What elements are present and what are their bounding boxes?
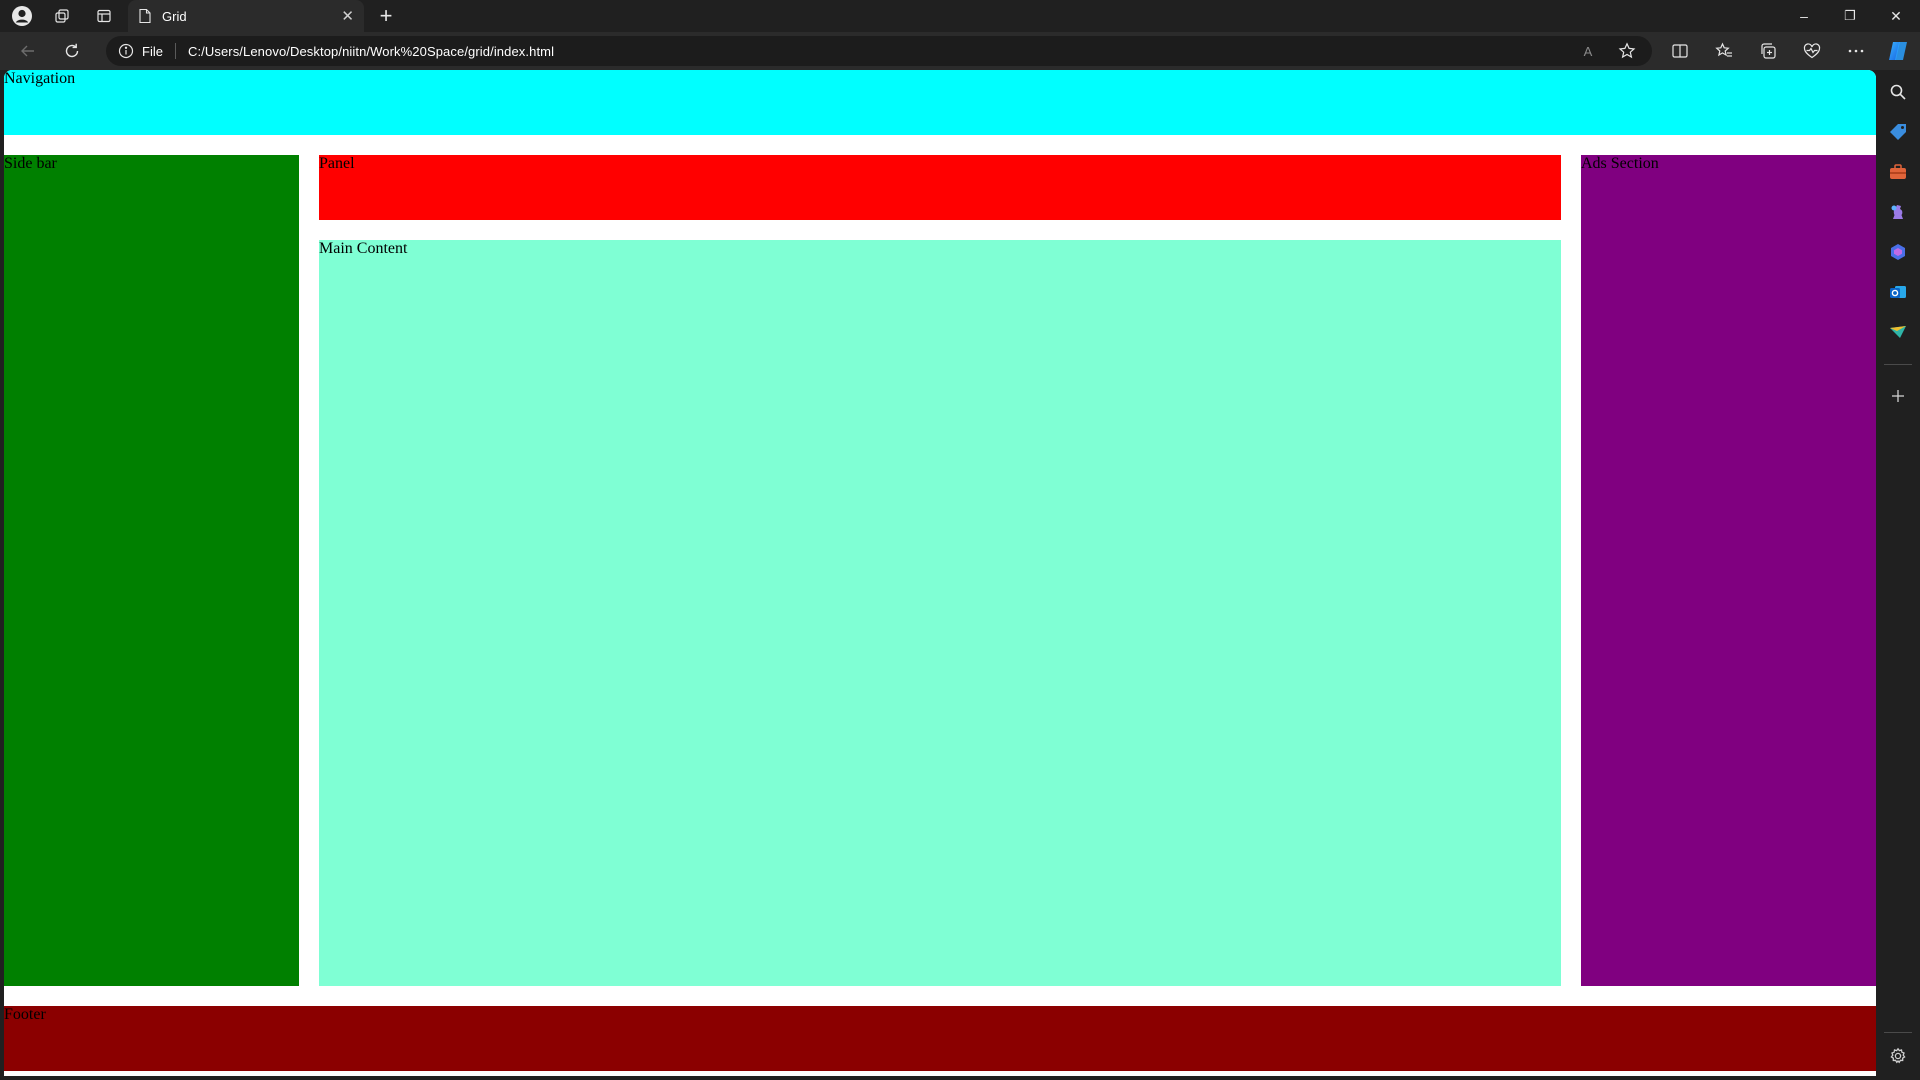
tag-icon [1890,124,1906,140]
sidebar-add-button[interactable] [1884,382,1912,410]
favorites-button[interactable] [1708,35,1740,67]
collections-button[interactable] [1752,35,1784,67]
heart-pulse-icon [1803,43,1821,59]
split-screen-icon [1672,44,1688,58]
sidebar-section: Side bar [4,155,299,986]
tab-actions-button[interactable] [84,0,124,32]
add-icon [1892,390,1904,402]
copilot-button[interactable] [1882,36,1914,66]
sidebar-games-button[interactable] [1884,198,1912,226]
settings-icon [1890,1047,1906,1064]
split-screen-button[interactable] [1664,35,1696,67]
main-content-section: Main Content [319,240,1561,986]
restore-button[interactable]: ❐ [1827,0,1873,32]
sidebar-bottom-divider [1884,1032,1912,1033]
main-content-label: Main Content [319,240,408,257]
send-icon [1890,326,1906,338]
panel-section: Panel [319,155,1561,220]
copilot-icon [1889,42,1907,60]
profile-icon [12,6,32,26]
address-divider [174,43,176,59]
settings-and-more-button[interactable] [1840,35,1872,67]
address-bar[interactable]: File C:/Users/Lenovo/Desktop/niitn/Work%… [106,36,1652,66]
new-tab-button[interactable]: + [366,0,406,32]
sidebar-label: Side bar [4,155,57,172]
page-icon [139,8,151,24]
sidebar-outlook-button[interactable] [1884,278,1912,306]
collections-icon [1761,43,1776,59]
tab-title: Grid [162,8,187,24]
close-window-button[interactable]: ✕ [1873,0,1919,32]
footer-section: Footer [4,1006,1876,1071]
navigation-label: Navigation [4,70,76,87]
workspaces-icon [55,9,69,23]
sidebar-divider [1884,364,1912,365]
footer-label: Footer [4,1006,46,1023]
copilot-app-icon [1891,244,1905,260]
star-icon [1618,42,1636,59]
sidebar-settings-button[interactable] [1884,1042,1912,1070]
sidebar-shopping-button[interactable] [1884,118,1912,146]
back-arrow-icon [21,45,34,57]
favorites-icon [1715,42,1732,57]
refresh-button[interactable] [56,35,88,67]
more-icon [1848,49,1864,53]
ads-label: Ads Section [1581,155,1659,172]
navigation-section: Navigation [4,70,1876,135]
sidebar-tools-button[interactable] [1884,158,1912,186]
tab-actions-icon [97,9,111,23]
edge-sidebar [1876,70,1920,1080]
grid-layout: Navigation Side bar Panel Main Content A… [4,70,1876,1076]
workspaces-button[interactable] [42,0,82,32]
sidebar-drop-button[interactable] [1884,318,1912,346]
outlook-icon [1890,286,1906,298]
toolbox-icon [1890,164,1906,179]
read-aloud-icon: A [1583,43,1593,59]
title-bar: Grid ✕ + – ❐ ✕ [0,0,1920,32]
browser-essentials-button[interactable] [1796,35,1828,67]
back-button[interactable] [12,35,44,67]
sidebar-copilot-button[interactable] [1884,238,1912,266]
profile-button[interactable] [2,0,42,32]
site-info-label[interactable]: File [142,44,163,59]
read-aloud-button[interactable]: A [1572,35,1604,67]
ads-section: Ads Section [1581,155,1876,986]
page-viewport: Navigation Side bar Panel Main Content A… [4,70,1876,1076]
tab-grid[interactable]: Grid ✕ [128,0,364,32]
favorite-button[interactable] [1611,35,1643,67]
chess-icon [1891,205,1903,219]
refresh-icon [65,43,79,58]
search-icon [1890,84,1906,100]
sidebar-search-button[interactable] [1884,78,1912,106]
url-text[interactable]: C:/Users/Lenovo/Desktop/niitn/Work%20Spa… [188,44,554,59]
navigation-toolbar: File C:/Users/Lenovo/Desktop/niitn/Work%… [0,32,1920,70]
info-icon [118,43,134,59]
panel-label: Panel [319,155,355,172]
tab-close-icon[interactable]: ✕ [341,7,354,25]
minimize-button[interactable]: – [1781,0,1827,32]
